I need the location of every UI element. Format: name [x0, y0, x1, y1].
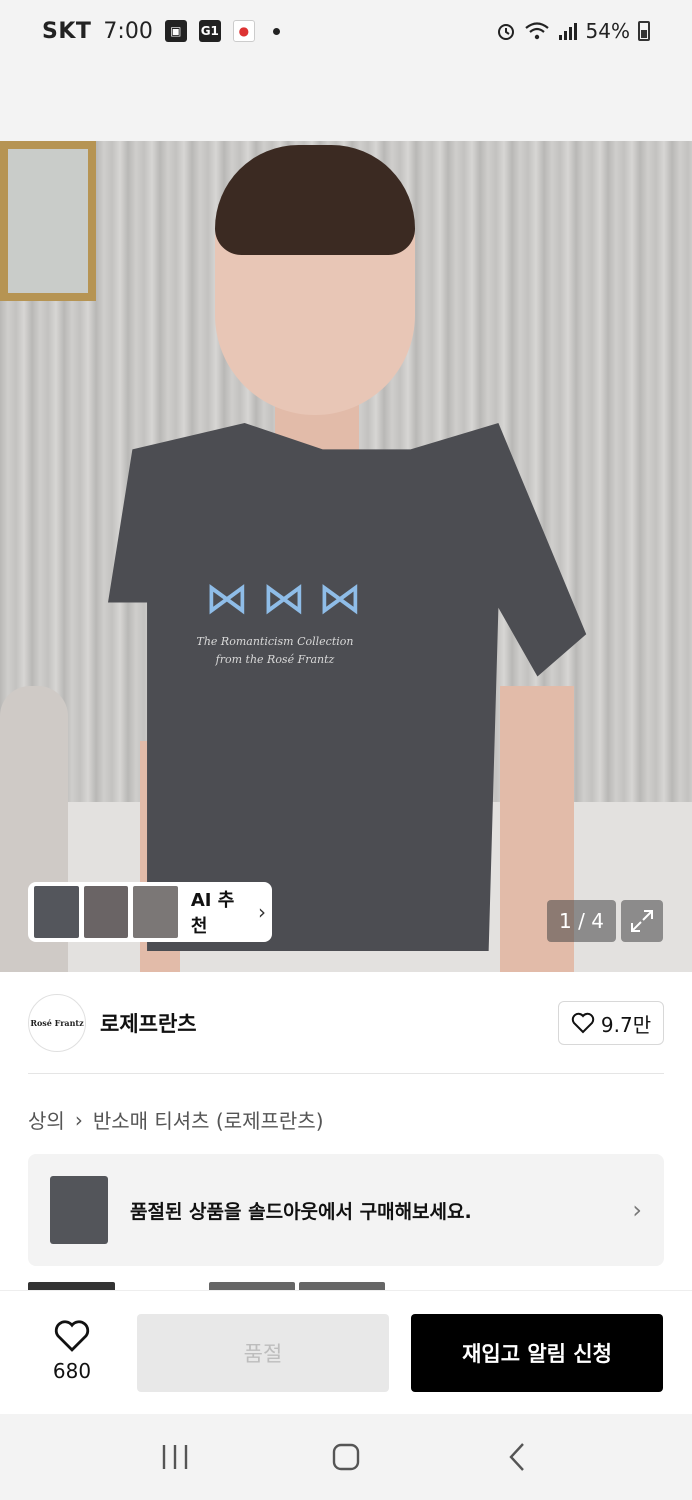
divider — [28, 1073, 664, 1074]
wall-frame — [0, 141, 96, 301]
heart-icon — [571, 1012, 595, 1034]
heart-icon — [54, 1320, 90, 1352]
bow-icon: ⋈ — [262, 573, 306, 624]
soldout-banner[interactable]: 품절된 상품을 솔드아웃에서 구매해보세요. › — [28, 1154, 664, 1266]
g1-icon: G1 — [198, 20, 221, 42]
battery-label: 54% — [585, 19, 630, 43]
image-counter: 1 / 4 — [547, 900, 616, 942]
clock: 7:00 — [103, 18, 153, 44]
bottom-action-bar: 680 품절 재입고 알림 신청 — [0, 1290, 692, 1414]
restock-alert-button[interactable]: 재입고 알림 신청 — [411, 1314, 663, 1392]
home-icon — [332, 1443, 360, 1471]
ai-recommend-button[interactable]: AI 추천 › — [28, 882, 272, 942]
brand-name[interactable]: 로제프란츠 — [100, 1008, 197, 1038]
wifi-icon — [524, 22, 549, 40]
ai-recommend-label: AI 추천 — [190, 890, 235, 937]
ai-thumb — [83, 886, 129, 938]
brand-logo[interactable]: Rosé Frantz — [28, 994, 86, 1052]
banner-thumbnail — [50, 1176, 108, 1244]
system-nav-bar — [0, 1414, 692, 1500]
soldout-button[interactable]: 품절 — [137, 1314, 389, 1392]
expand-button[interactable] — [621, 900, 663, 942]
battery-icon — [638, 21, 650, 41]
ai-thumb — [34, 886, 79, 938]
back-icon — [509, 1443, 524, 1471]
more-notifications-dot — [272, 27, 280, 35]
status-bar: SKT 7:00 ▣ G1 ● 54% — [0, 0, 692, 62]
deal-icon: ● — [232, 20, 255, 42]
bow-icon: ⋈ — [318, 573, 362, 624]
shirt-print-text: The Romanticism Collection from the Rosé… — [196, 635, 354, 666]
brand-like-button[interactable]: 9.7만 — [558, 1001, 664, 1045]
brand-like-count: 9.7만 — [600, 1012, 652, 1037]
breadcrumb-category[interactable]: 상의 — [28, 1105, 65, 1134]
wishlist-count: 680 — [52, 1359, 92, 1383]
thumbnail-strip-item[interactable] — [28, 1282, 115, 1290]
brand-row: Rosé Frantz 로제프란츠 9.7만 — [28, 994, 664, 1052]
thumbnail-strip-item[interactable] — [299, 1282, 385, 1290]
banner-text: 품절된 상품을 솔드아웃에서 구매해보세요. — [130, 1200, 472, 1223]
gallery-icon: ▣ — [164, 20, 187, 42]
alarm-icon — [497, 24, 514, 40]
home-button[interactable] — [316, 1437, 376, 1477]
breadcrumb: 상의 › 반소매 티셔츠 (로제프란츠) — [28, 1105, 324, 1134]
product-image[interactable]: ⋈ ⋈ ⋈ The Romanticism Collection from th… — [0, 141, 692, 972]
model-hair — [215, 145, 415, 255]
thumbnail-strip-item[interactable] — [209, 1282, 295, 1290]
signal-icon — [558, 23, 577, 40]
expand-icon — [631, 910, 653, 932]
bow-icon: ⋈ — [205, 573, 249, 624]
chevron-right-icon: › — [632, 1196, 642, 1224]
wishlist-button[interactable]: 680 — [30, 1319, 114, 1389]
chevron-right-icon: › — [258, 900, 267, 924]
carrier-label: SKT — [42, 18, 92, 44]
recents-icon — [163, 1445, 188, 1469]
status-right: 54% — [496, 19, 650, 43]
ai-thumb — [133, 886, 178, 938]
breadcrumb-subcategory[interactable]: 반소매 티셔츠 (로제프란츠) — [93, 1105, 324, 1134]
status-left: SKT 7:00 ▣ G1 ● — [42, 19, 280, 44]
chevron-right-icon: › — [74, 1107, 83, 1132]
recents-button[interactable] — [145, 1437, 205, 1477]
back-button[interactable] — [487, 1437, 547, 1477]
header-spacer — [0, 62, 692, 141]
